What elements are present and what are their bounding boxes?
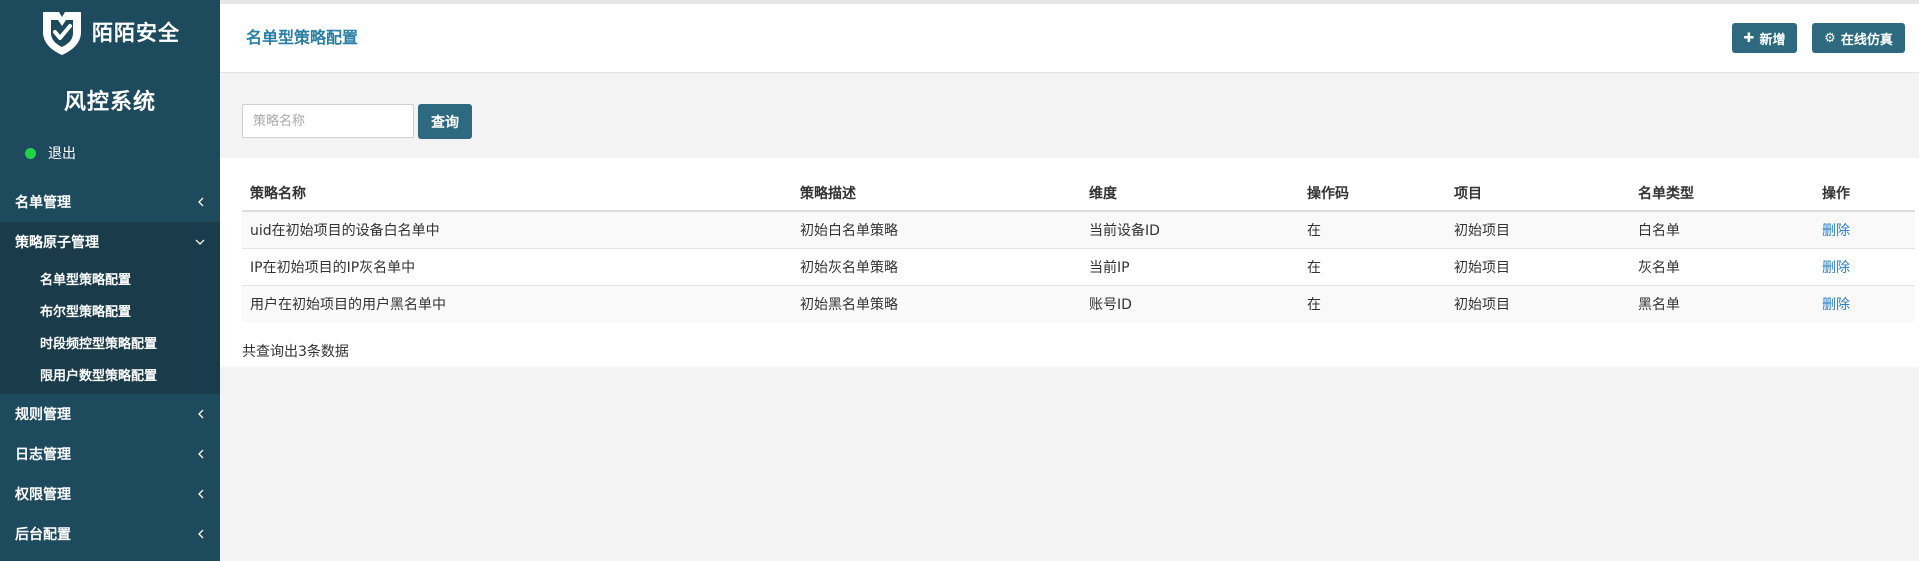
cell-project: 初始项目	[1446, 211, 1630, 248]
cell-actions: 删除	[1814, 284, 1915, 322]
menu-item-rule-management[interactable]: 规则管理	[0, 394, 220, 434]
results-panel: 策略名称 策略描述 维度 操作码 项目 名单类型 操作 uid在初始项目的设备白…	[220, 158, 1919, 367]
submenu-item-user-limit-strategy[interactable]: 限用户数型策略配置	[0, 358, 220, 390]
cell-actions: 删除	[1814, 247, 1915, 285]
chevron-down-icon	[195, 239, 205, 245]
delete-link[interactable]: 删除	[1822, 260, 1850, 276]
plus-icon: ✚	[1743, 30, 1755, 46]
column-header[interactable]: 操作	[1814, 175, 1915, 212]
page-header: 名单型策略配置 ✚ 新增 ⚙ 在线仿真	[220, 0, 1919, 73]
delete-link[interactable]: 删除	[1822, 223, 1850, 239]
menu-item-label: 权限管理	[15, 487, 71, 503]
submenu-item-boolean-strategy[interactable]: 布尔型策略配置	[0, 294, 220, 326]
cell-dimension: 当前IP	[1081, 247, 1299, 285]
cell-strategy-description: 初始灰名单策略	[792, 247, 1081, 285]
cell-list-type: 灰名单	[1630, 247, 1814, 285]
online-simulation-label: 在线仿真	[1840, 32, 1893, 48]
table-row: uid在初始项目的设备白名单中 初始白名单策略 当前设备ID 在 初始项目 白名…	[242, 211, 1915, 248]
system-title: 风控系统	[63, 90, 156, 115]
shield-check-icon	[43, 12, 81, 55]
cell-dimension: 账号ID	[1081, 284, 1299, 322]
submenu-strategy-atom: 名单型策略配置 布尔型策略配置 时段频控型策略配置 限用户数型策略配置	[0, 262, 220, 394]
search-bar: 查询	[220, 73, 1919, 158]
chevron-left-icon	[198, 489, 204, 499]
cell-actions: 删除	[1814, 211, 1915, 248]
column-header[interactable]: 策略描述	[792, 175, 1081, 212]
cell-list-type: 白名单	[1630, 211, 1814, 248]
sidebar-menu: 名单管理 策略原子管理 名单型策略配置 布尔型策略配置 时段频控型策略配置 限用…	[0, 182, 220, 554]
strategy-name-search-input[interactable]	[242, 104, 414, 138]
menu-item-list-management[interactable]: 名单管理	[0, 182, 220, 222]
strategy-table: 策略名称 策略描述 维度 操作码 项目 名单类型 操作 uid在初始项目的设备白…	[242, 175, 1915, 322]
menu-item-label: 后台配置	[15, 527, 71, 543]
delete-link[interactable]: 删除	[1822, 297, 1850, 313]
chevron-left-icon	[198, 197, 204, 207]
result-count-text: 共查询出3条数据	[242, 344, 349, 360]
brand-logo[interactable]: 陌陌安全	[40, 8, 180, 56]
online-simulation-button[interactable]: ⚙ 在线仿真	[1812, 23, 1905, 53]
table-row: 用户在初始项目的用户黑名单中 初始黑名单策略 账号ID 在 初始项目 黑名单 删…	[242, 284, 1915, 322]
menu-item-label: 规则管理	[15, 407, 71, 423]
page-title: 名单型策略配置	[246, 28, 359, 47]
column-header[interactable]: 项目	[1446, 175, 1630, 212]
logout-button[interactable]: 退出	[25, 143, 76, 163]
submenu-item-frequency-strategy[interactable]: 时段频控型策略配置	[0, 326, 220, 358]
table-row: IP在初始项目的IP灰名单中 初始灰名单策略 当前IP 在 初始项目 灰名单 删…	[242, 247, 1915, 285]
menu-item-label: 策略原子管理	[15, 235, 99, 251]
cell-dimension: 当前设备ID	[1081, 211, 1299, 248]
menu-item-log-management[interactable]: 日志管理	[0, 434, 220, 474]
add-button[interactable]: ✚ 新增	[1732, 23, 1797, 53]
menu-item-permission-management[interactable]: 权限管理	[0, 474, 220, 514]
column-header[interactable]: 操作码	[1299, 175, 1446, 212]
column-header[interactable]: 名单类型	[1630, 175, 1814, 212]
submenu-item-list-strategy[interactable]: 名单型策略配置	[0, 262, 220, 294]
brand-name: 陌陌安全	[92, 21, 180, 45]
add-button-label: 新增	[1759, 32, 1786, 48]
chevron-left-icon	[198, 449, 204, 459]
cell-operator: 在	[1299, 284, 1446, 322]
cell-strategy-name: IP在初始项目的IP灰名单中	[242, 247, 792, 285]
table-header-row: 策略名称 策略描述 维度 操作码 项目 名单类型 操作	[242, 175, 1915, 212]
cell-strategy-name: 用户在初始项目的用户黑名单中	[242, 284, 792, 322]
cell-project: 初始项目	[1446, 247, 1630, 285]
sidebar: 陌陌安全 风控系统 退出 名单管理 策略原子管理 名单型策略配置 布尔型策略配置…	[0, 0, 220, 561]
column-header[interactable]: 策略名称	[242, 175, 792, 212]
cell-strategy-description: 初始黑名单策略	[792, 284, 1081, 322]
chevron-left-icon	[198, 529, 204, 539]
column-header[interactable]: 维度	[1081, 175, 1299, 212]
menu-item-label: 名单管理	[15, 195, 71, 211]
logout-label: 退出	[48, 146, 76, 162]
query-button[interactable]: 查询	[418, 104, 472, 139]
menu-item-backend-config[interactable]: 后台配置	[0, 514, 220, 554]
menu-item-label: 日志管理	[15, 447, 71, 463]
cell-list-type: 黑名单	[1630, 284, 1814, 322]
cell-operator: 在	[1299, 211, 1446, 248]
cell-operator: 在	[1299, 247, 1446, 285]
gear-icon: ⚙	[1824, 30, 1836, 46]
menu-item-strategy-atom-management[interactable]: 策略原子管理	[0, 222, 220, 262]
cell-project: 初始项目	[1446, 284, 1630, 322]
chevron-left-icon	[198, 409, 204, 419]
online-status-dot	[25, 147, 36, 159]
cell-strategy-name: uid在初始项目的设备白名单中	[242, 211, 792, 248]
cell-strategy-description: 初始白名单策略	[792, 211, 1081, 248]
